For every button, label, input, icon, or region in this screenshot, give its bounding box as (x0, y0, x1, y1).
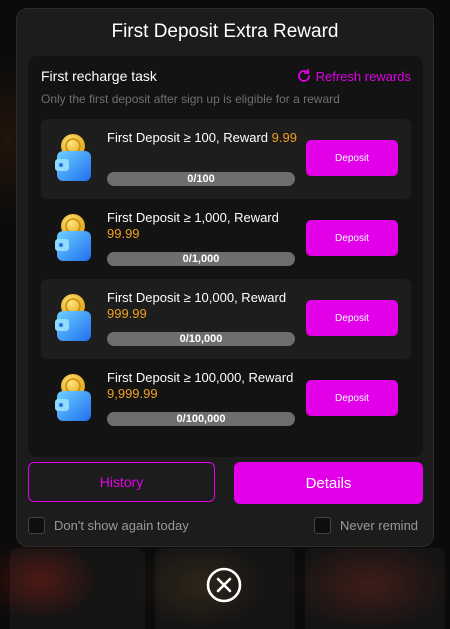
details-button[interactable]: Details (234, 462, 423, 504)
task-description: First Deposit ≥ 10,000, Reward 999.99 (107, 290, 302, 322)
reward-amount: 9.99 (271, 130, 297, 145)
progress-bar: 0/1,000 (107, 252, 295, 266)
reward-amount: 9,999.99 (107, 386, 158, 401)
reward-amount: 999.99 (107, 306, 147, 321)
task-requirement: First Deposit ≥ 100,000, Reward (107, 370, 294, 385)
wallet-coin-icon (49, 291, 101, 347)
progress-text: 0/100 (187, 173, 215, 185)
close-circle-icon (206, 567, 242, 603)
never-remind-checkbox[interactable] (314, 517, 331, 534)
task-row: First Deposit ≥ 10,000, Reward 999.99 0/… (41, 279, 411, 359)
reward-amount: 99.99 (107, 226, 140, 241)
task-row: First Deposit ≥ 1,000, Reward 99.99 0/1,… (41, 199, 411, 279)
background-game-tile (10, 548, 145, 629)
task-title: First recharge task (41, 68, 157, 84)
never-remind-label: Never remind (340, 518, 419, 533)
task-requirement: First Deposit ≥ 100, Reward (107, 130, 272, 145)
deposit-button[interactable]: Deposit (306, 220, 398, 256)
progress-text: 0/1,000 (182, 253, 220, 265)
refresh-icon (297, 68, 310, 82)
progress-text: 0/100,000 (176, 413, 226, 425)
task-description: First Deposit ≥ 100,000, Reward 9,999.99 (107, 370, 302, 402)
deposit-button[interactable]: Deposit (306, 140, 398, 176)
close-button[interactable] (206, 567, 242, 603)
wallet-coin-icon (49, 371, 101, 427)
deposit-button[interactable]: Deposit (306, 380, 398, 416)
refresh-rewards-button[interactable]: Refresh rewards (296, 68, 411, 84)
task-requirement: First Deposit ≥ 10,000, Reward (107, 290, 287, 305)
task-row: First Deposit ≥ 100, Reward 9.99 0/100 D… (41, 119, 411, 199)
progress-text: 0/10,000 (179, 333, 223, 345)
task-description: First Deposit ≥ 100, Reward 9.99 (107, 130, 302, 146)
wallet-coin-icon (49, 211, 101, 267)
dont-show-today-checkbox[interactable] (28, 517, 45, 534)
history-button[interactable]: History (28, 462, 215, 502)
task-subtitle: Only the first deposit after sign up is … (41, 92, 340, 106)
background-game-tile (305, 548, 445, 629)
recharge-task-card: First recharge task Refresh rewards Only… (28, 56, 423, 457)
never-remind-option[interactable]: Never remind (314, 517, 418, 534)
dont-show-today-option[interactable]: Don't show again today (28, 517, 189, 534)
wallet-coin-icon (49, 131, 101, 187)
deposit-button[interactable]: Deposit (306, 300, 398, 336)
progress-bar: 0/100 (107, 172, 295, 186)
task-description: First Deposit ≥ 1,000, Reward 99.99 (107, 210, 302, 242)
progress-bar: 0/10,000 (107, 332, 295, 346)
task-requirement: First Deposit ≥ 1,000, Reward (107, 210, 279, 225)
modal-title: First Deposit Extra Reward (111, 21, 339, 42)
dont-show-today-label: Don't show again today (54, 518, 189, 533)
task-row: First Deposit ≥ 100,000, Reward 9,999.99… (41, 359, 411, 439)
refresh-rewards-label: Refresh rewards (315, 68, 411, 84)
progress-bar: 0/100,000 (107, 412, 295, 426)
first-deposit-modal: First Deposit Extra Reward First recharg… (16, 8, 434, 547)
